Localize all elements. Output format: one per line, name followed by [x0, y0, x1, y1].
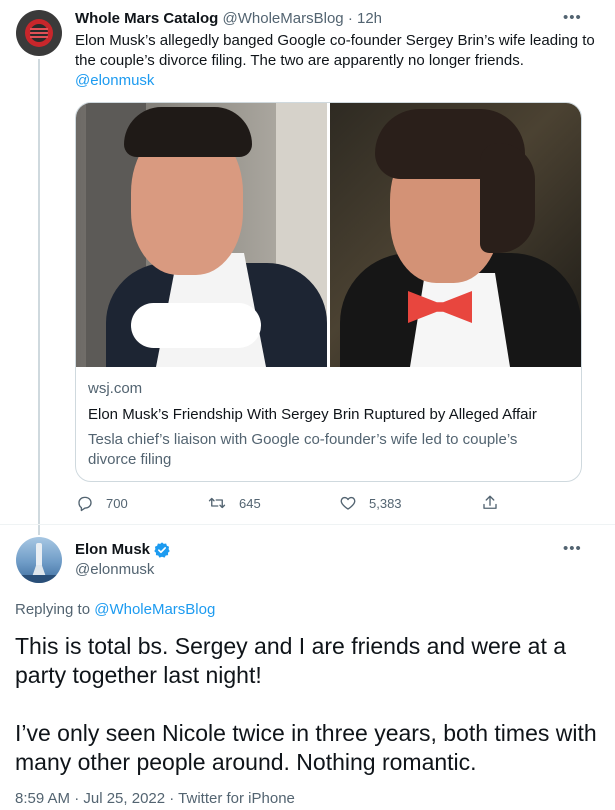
like-count: 5,383: [369, 495, 402, 511]
tweet2-handle[interactable]: @elonmusk: [75, 560, 154, 580]
whole-mars-avatar[interactable]: [16, 10, 62, 56]
tweet2-paragraph-1: This is total bs. Sergey and I are frien…: [15, 633, 567, 688]
card-domain: wsj.com: [88, 380, 143, 397]
more-icon: •••: [563, 540, 582, 557]
tweet1-mention-link[interactable]: @elonmusk: [75, 72, 154, 89]
tweet2-paragraph-2: I’ve only seen Nicole twice in three yea…: [15, 720, 597, 775]
card-info: wsj.com Elon Musk’s Friendship With Serg…: [88, 379, 568, 470]
avatar-logo-stripe: [30, 36, 48, 38]
replying-to: Replying to @WholeMarsBlog: [15, 600, 215, 620]
thread-connector-line: [38, 59, 40, 535]
tweet1-more-button[interactable]: •••: [563, 9, 582, 26]
tweet1-text: Elon Musk’s allegedly banged Google co-f…: [75, 31, 595, 91]
retweet-icon: [208, 497, 226, 509]
share-button[interactable]: [481, 494, 511, 512]
replying-prefix: Replying to: [15, 601, 91, 618]
tweet2-text: This is total bs. Sergey and I are frien…: [15, 632, 605, 777]
tweet2-display-name[interactable]: Elon Musk: [75, 540, 150, 560]
tweet-divider: [0, 524, 615, 525]
more-icon: •••: [563, 9, 582, 26]
tweet1-separator: ·: [347, 10, 353, 27]
tweet2-timestamp[interactable]: 8:59 AM · Jul 25, 2022 · Twitter for iPh…: [15, 789, 295, 809]
card-description: Tesla chief’s liaison with Google co-fou…: [88, 431, 518, 468]
heart-icon: [340, 496, 356, 510]
replying-handle-link[interactable]: @WholeMarsBlog: [94, 601, 215, 618]
tweet1-display-name[interactable]: Whole Mars Catalog: [75, 10, 218, 27]
retweet-button[interactable]: 645: [207, 494, 261, 512]
retweet-count: 645: [239, 495, 261, 511]
link-preview-card[interactable]: wsj.com Elon Musk’s Friendship With Serg…: [75, 102, 582, 482]
reply-button[interactable]: 700: [76, 494, 128, 512]
reply-icon: [78, 496, 92, 512]
verified-badge-icon: [154, 542, 170, 558]
tweet2-author[interactable]: Elon Musk: [75, 540, 171, 560]
reply-count: 700: [106, 495, 128, 511]
like-button[interactable]: 5,383: [339, 494, 402, 512]
card-photo-right: [330, 103, 581, 367]
tweet1-time[interactable]: 12h: [357, 10, 382, 27]
card-photo-left: [76, 103, 327, 367]
avatar-logo-stripe: [30, 28, 48, 30]
tweet1-header: Whole Mars Catalog @WholeMarsBlog · 12h: [75, 9, 382, 29]
card-title: Elon Musk’s Friendship With Sergey Brin …: [88, 406, 537, 423]
tweet2-more-button[interactable]: •••: [563, 540, 582, 557]
share-icon: [483, 495, 497, 509]
avatar-logo-stripe: [30, 32, 48, 34]
tweet1-body: Elon Musk’s allegedly banged Google co-f…: [75, 32, 595, 69]
elon-musk-avatar[interactable]: [16, 537, 62, 583]
tweet1-handle[interactable]: @WholeMarsBlog: [223, 10, 344, 27]
